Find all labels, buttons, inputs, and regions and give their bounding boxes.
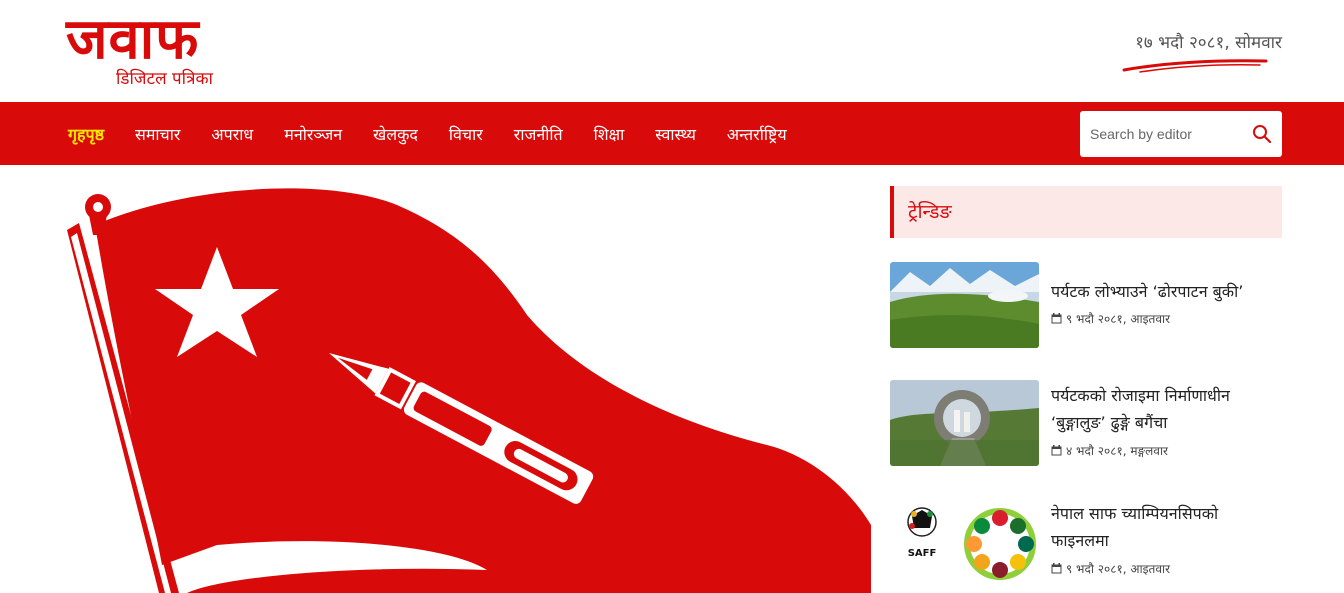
nav-item-politics[interactable]: राजनीति — [514, 123, 563, 145]
trending-item-date: ९ भदौ २०८१, आइतवार — [1066, 562, 1171, 576]
trending-item-title[interactable]: पर्यटक लोभ्याउने ‘ढोरपाटन बुकी’ — [1051, 278, 1276, 305]
trending-header: ट्रेन्डिङ — [890, 186, 1282, 238]
trending-item[interactable]: SAFF नेपाल साफ च्याम्पियनसिपको फाइनलमा ९… — [890, 498, 1282, 588]
saff-championship-logo-image: SAFF — [907, 507, 1036, 580]
trending-item[interactable]: पर्यटक लोभ्याउने ‘ढोरपाटन बुकी’ ९ भदौ २०… — [890, 262, 1282, 352]
current-date: १७ भदौ २०८१, सोमवार — [1135, 33, 1282, 53]
trending-item-meta: ९ भदौ २०८१, आइतवार — [1051, 560, 1170, 577]
logo-subtitle: डिजिटल पत्रिका — [116, 69, 213, 89]
trending-item-date: ९ भदौ २०८१, आइतवार — [1066, 312, 1171, 326]
saff-logo-text: SAFF — [908, 548, 937, 559]
trending-item-date: ४ भदौ २०८१, मङ्गलवार — [1066, 444, 1168, 458]
main-navbar: गृहपृष्ठ समाचार अपराध मनोरञ्जन खेलकुद वि… — [0, 102, 1344, 165]
trending-thumbnail[interactable]: SAFF — [890, 498, 1039, 584]
calendar-icon — [1051, 445, 1062, 456]
date-underline-decoration — [1122, 59, 1268, 73]
search-input[interactable] — [1080, 111, 1240, 157]
calendar-icon — [1051, 313, 1062, 324]
mountain-landscape-image — [890, 262, 1039, 348]
trending-item-title[interactable]: नेपाल साफ च्याम्पियनसिपको फाइनलमा — [1051, 500, 1276, 554]
header-top: जवाफ डिजिटल पत्रिका १७ भदौ २०८१, सोमवार — [0, 0, 1344, 102]
date-display: १७ भदौ २०८१, सोमवार — [1110, 26, 1288, 76]
trending-item-title[interactable]: पर्यटकको रोजाइमा निर्माणाधीन ‘बुङ्गालुङ’… — [1051, 382, 1276, 436]
nav-item-opinion[interactable]: विचार — [449, 123, 483, 145]
trending-item-meta: ४ भदौ २०८१, मङ्गलवार — [1051, 442, 1168, 459]
trending-thumbnail[interactable] — [890, 262, 1039, 348]
nav-item-sports[interactable]: खेलकुद — [373, 123, 418, 145]
nav-item-home[interactable]: गृहपृष्ठ — [68, 123, 104, 145]
nav-menu: गृहपृष्ठ समाचार अपराध मनोरञ्जन खेलकुद वि… — [68, 102, 818, 165]
nav-item-education[interactable]: शिक्षा — [594, 123, 625, 145]
nav-item-news[interactable]: समाचार — [135, 123, 180, 145]
trending-title: ट्रेन्डिङ — [908, 201, 952, 223]
nav-item-entertainment[interactable]: मनोरञ्जन — [284, 123, 342, 145]
nav-item-health[interactable]: स्वास्थ्य — [655, 123, 696, 145]
trending-item-meta: ९ भदौ २०८१, आइतवार — [1051, 310, 1170, 327]
nav-item-crime[interactable]: अपराध — [211, 123, 253, 145]
nav-item-international[interactable]: अन्तर्राष्ट्रिय — [727, 123, 787, 145]
trending-item[interactable]: पर्यटकको रोजाइमा निर्माणाधीन ‘बुङ्गालुङ’… — [890, 380, 1282, 470]
search-icon[interactable] — [1252, 124, 1272, 144]
stone-garden-arch-image — [890, 380, 1039, 466]
search-box — [1080, 111, 1282, 157]
trending-thumbnail[interactable] — [890, 380, 1039, 466]
red-flag-star-pen-image — [67, 188, 871, 593]
site-logo[interactable]: जवाफ डिजिटल पत्रिका — [66, 8, 276, 94]
logo-title: जवाफ — [66, 7, 200, 72]
featured-image[interactable] — [67, 185, 871, 593]
calendar-icon — [1051, 563, 1062, 574]
